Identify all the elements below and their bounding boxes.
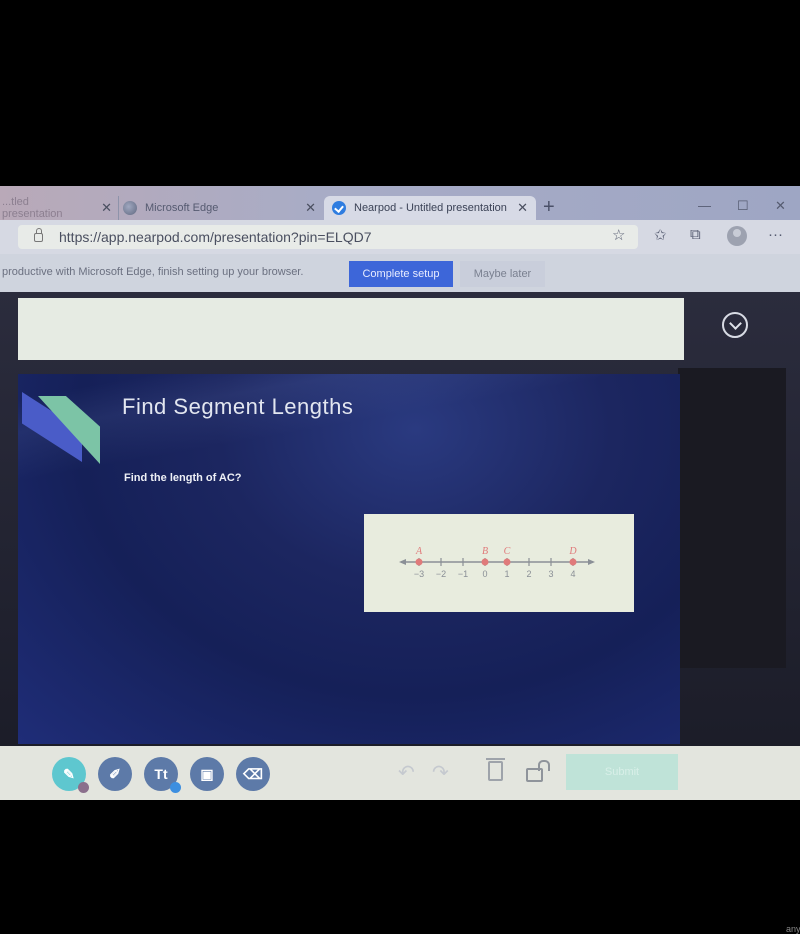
tick-label: 1 xyxy=(504,569,509,579)
point-label: A xyxy=(415,546,423,557)
tab-strip: ...tled presentation ✕ Microsoft Edge ✕ … xyxy=(0,186,800,220)
setup-infobar: productive with Microsoft Edge, finish s… xyxy=(0,254,800,292)
undo-icon[interactable]: ↶ xyxy=(398,760,415,785)
chevron-down-icon[interactable] xyxy=(722,312,748,338)
infobar-message: productive with Microsoft Edge, finish s… xyxy=(2,266,304,278)
tick-label: −1 xyxy=(458,569,468,579)
point-a xyxy=(415,558,423,566)
close-tab-icon[interactable]: ✕ xyxy=(517,200,528,216)
tick-label: 4 xyxy=(570,569,575,579)
image-icon: ▣ xyxy=(200,765,214,782)
tab-microsoft-edge[interactable]: Microsoft Edge ✕ xyxy=(118,196,322,220)
text-icon: Tt xyxy=(154,766,168,782)
tab-label: Microsoft Edge xyxy=(145,202,219,214)
tick-label: −3 xyxy=(414,569,424,579)
right-arrow xyxy=(588,559,595,565)
tab-untitled-presentation[interactable]: ...tled presentation ✕ xyxy=(0,196,112,220)
question-text: Find the length of AC? xyxy=(124,472,242,484)
point-label: C xyxy=(504,546,511,557)
point-b xyxy=(481,558,489,566)
tick-label: 3 xyxy=(548,569,553,579)
add-favorite-icon[interactable]: ☆ xyxy=(612,226,625,244)
close-tab-icon[interactable]: ✕ xyxy=(101,200,112,216)
collections-icon[interactable]: ⧉ xyxy=(690,226,701,243)
maximize-button[interactable]: ☐ xyxy=(737,198,749,214)
favorites-icon[interactable]: ✩ xyxy=(654,226,667,244)
point-label: B xyxy=(482,546,488,557)
tab-label: Nearpod - Untitled presentation xyxy=(354,202,507,214)
complete-setup-button[interactable]: Complete setup xyxy=(349,261,453,287)
browser-window: ...tled presentation ✕ Microsoft Edge ✕ … xyxy=(0,186,800,934)
side-fragment: any xyxy=(786,924,800,934)
url-text[interactable]: https://app.nearpod.com/presentation?pin… xyxy=(59,229,371,245)
color-dot[interactable] xyxy=(170,782,181,793)
new-tab-button[interactable]: + xyxy=(543,196,555,219)
point-label: D xyxy=(568,546,577,557)
address-bar[interactable]: https://app.nearpod.com/presentation?pin… xyxy=(18,225,638,249)
pencil-tool-button[interactable]: ✎ xyxy=(52,757,89,793)
maybe-later-button[interactable]: Maybe later xyxy=(460,261,545,287)
photo-frame: ...tled presentation ✕ Microsoft Edge ✕ … xyxy=(0,0,800,934)
tick-label: 0 xyxy=(482,569,487,579)
number-line-figure: −3 −2 −1 0 1 2 3 4 A B C D xyxy=(364,514,634,612)
image-tool-button[interactable]: ▣ xyxy=(190,757,224,791)
eraser-icon: ⌫ xyxy=(243,765,263,782)
nearpod-content: Find Segment Lengths Find the length of … xyxy=(0,292,800,934)
close-window-button[interactable]: ✕ xyxy=(775,198,786,214)
address-row: https://app.nearpod.com/presentation?pin… xyxy=(0,220,800,254)
top-banner xyxy=(18,298,684,360)
slide-title: Find Segment Lengths xyxy=(122,394,354,419)
number-line: −3 −2 −1 0 1 2 3 4 A B C D xyxy=(399,546,595,579)
redo-icon[interactable]: ↷ xyxy=(432,760,449,785)
color-dot[interactable] xyxy=(78,782,89,793)
close-tab-icon[interactable]: ✕ xyxy=(305,200,316,216)
pencil-icon: ✎ xyxy=(63,765,75,782)
tab-label: ...tled presentation xyxy=(2,196,63,220)
unlock-icon[interactable] xyxy=(526,760,550,782)
eraser-tool-button[interactable]: ⌫ xyxy=(236,757,270,791)
slide: Find Segment Lengths Find the length of … xyxy=(18,374,680,744)
submit-button[interactable]: Submit xyxy=(566,754,678,790)
right-panel xyxy=(678,368,786,668)
left-arrow xyxy=(399,559,406,565)
trash-icon[interactable] xyxy=(486,758,505,781)
tick-label: 2 xyxy=(526,569,531,579)
profile-icon[interactable] xyxy=(727,226,747,246)
drawing-toolbar: ✎ ✐ Tt ▣ ⌫ ↶ ↷ Submit xyxy=(0,746,800,800)
point-d xyxy=(569,558,577,566)
edge-icon xyxy=(123,201,137,215)
more-icon[interactable]: ··· xyxy=(768,226,783,243)
lock-icon[interactable] xyxy=(34,227,43,242)
nearpod-icon xyxy=(332,201,346,215)
text-tool-button[interactable]: Tt xyxy=(144,757,181,793)
point-c xyxy=(503,558,511,566)
highlighter-tool-button[interactable]: ✐ xyxy=(98,757,132,791)
tick-label: −2 xyxy=(436,569,446,579)
tab-nearpod[interactable]: Nearpod - Untitled presentation ✕ xyxy=(324,196,536,220)
highlighter-icon: ✐ xyxy=(109,765,121,782)
minimize-button[interactable]: — xyxy=(698,198,711,213)
